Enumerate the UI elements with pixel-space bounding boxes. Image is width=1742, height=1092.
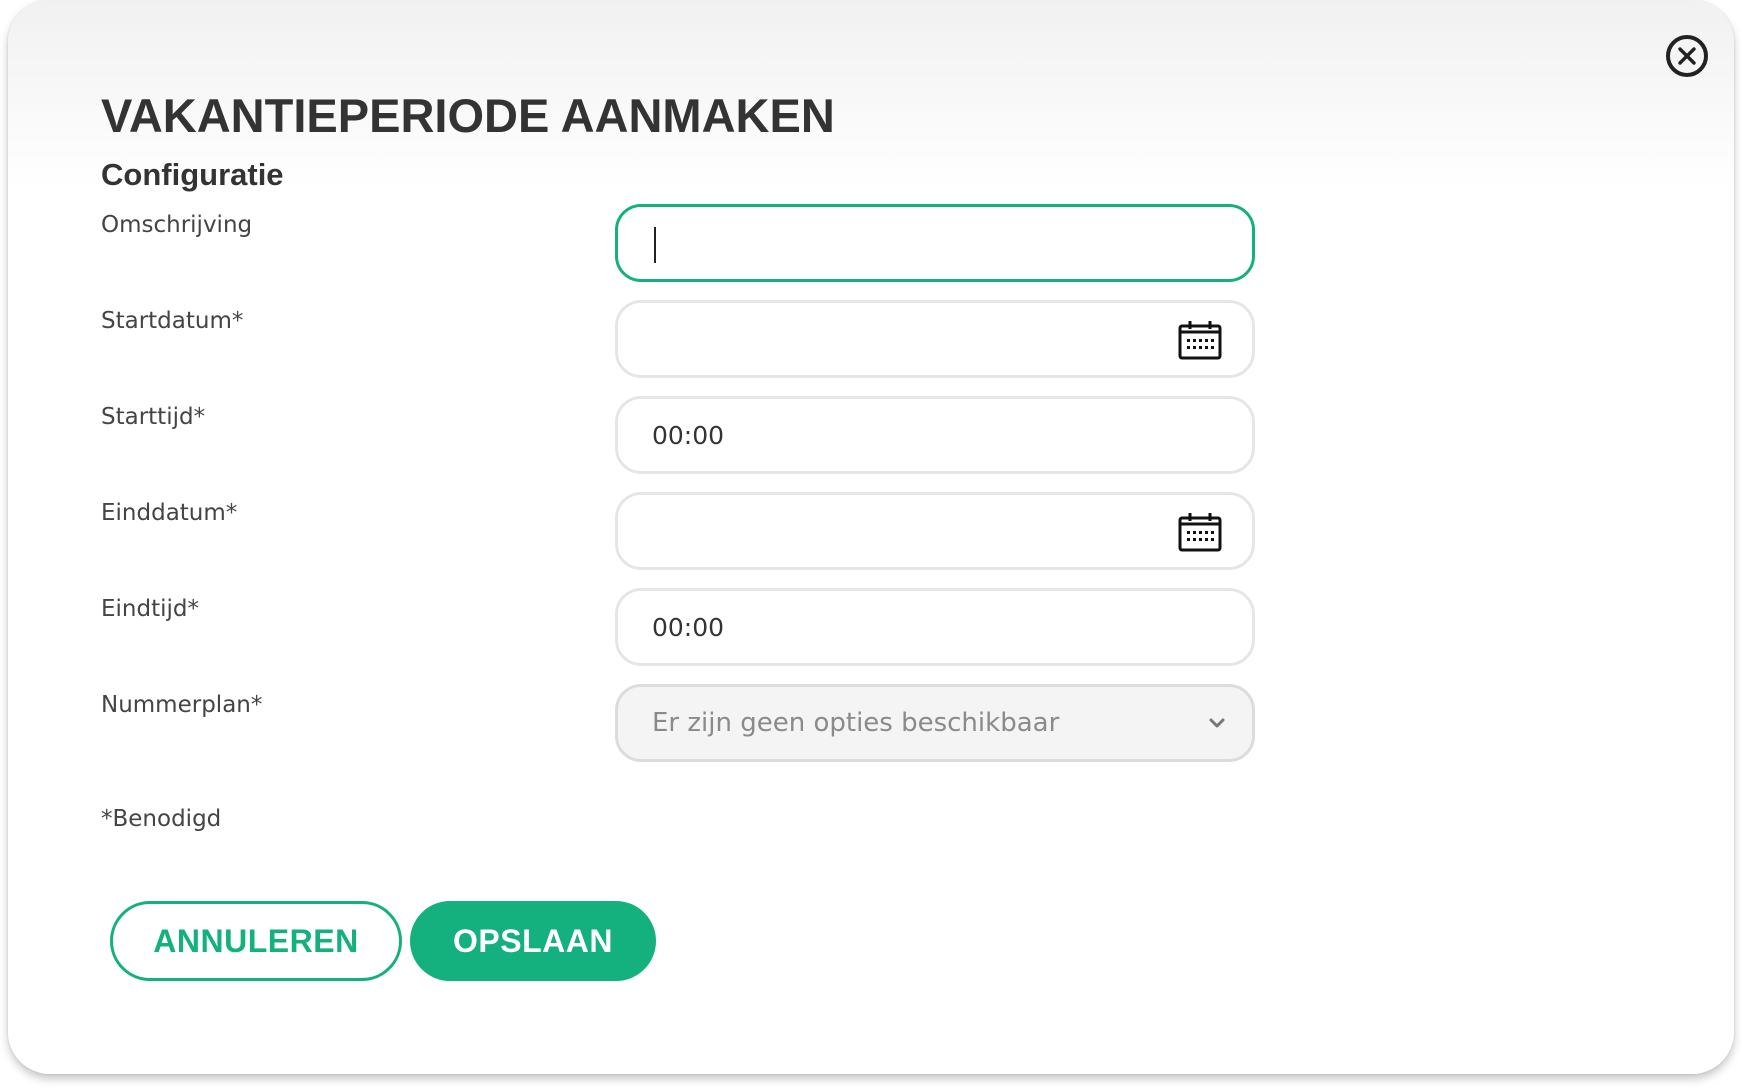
close-icon bbox=[1678, 47, 1696, 65]
section-title: Configuratie bbox=[101, 157, 284, 192]
nummerplan-label: Nummerplan* bbox=[101, 692, 263, 718]
starttijd-label: Starttijd* bbox=[101, 404, 206, 430]
einddatum-input[interactable] bbox=[618, 495, 1252, 567]
omschrijving-field[interactable] bbox=[615, 204, 1255, 282]
starttijd-input[interactable] bbox=[618, 399, 1252, 471]
omschrijving-input[interactable] bbox=[618, 207, 1252, 279]
save-button[interactable]: OPSLAAN bbox=[410, 901, 656, 981]
startdatum-label: Startdatum* bbox=[101, 308, 244, 334]
eindtijd-input[interactable] bbox=[618, 591, 1252, 663]
dialog-title: VAKANTIEPERIODE AANMAKEN bbox=[101, 89, 835, 142]
omschrijving-label: Omschrijving bbox=[101, 212, 253, 238]
nummerplan-select[interactable]: Er zijn geen opties beschikbaar bbox=[615, 684, 1255, 762]
einddatum-label: Einddatum* bbox=[101, 500, 238, 526]
close-button[interactable] bbox=[1666, 35, 1708, 77]
startdatum-input[interactable] bbox=[618, 303, 1252, 375]
starttijd-field[interactable] bbox=[615, 396, 1255, 474]
eindtijd-field[interactable] bbox=[615, 588, 1255, 666]
calendar-icon[interactable] bbox=[1178, 512, 1222, 552]
text-caret bbox=[654, 227, 656, 263]
required-note: *Benodigd bbox=[101, 806, 222, 832]
calendar-icon[interactable] bbox=[1178, 320, 1222, 360]
create-holiday-period-dialog: VAKANTIEPERIODE AANMAKEN Configuratie Om… bbox=[8, 0, 1734, 1074]
nummerplan-selected-value: Er zijn geen opties beschikbaar bbox=[652, 708, 1060, 738]
chevron-down-icon bbox=[1209, 718, 1225, 728]
cancel-button[interactable]: ANNULEREN bbox=[110, 901, 402, 981]
eindtijd-label: Eindtijd* bbox=[101, 596, 199, 622]
startdatum-field[interactable] bbox=[615, 300, 1255, 378]
einddatum-field[interactable] bbox=[615, 492, 1255, 570]
